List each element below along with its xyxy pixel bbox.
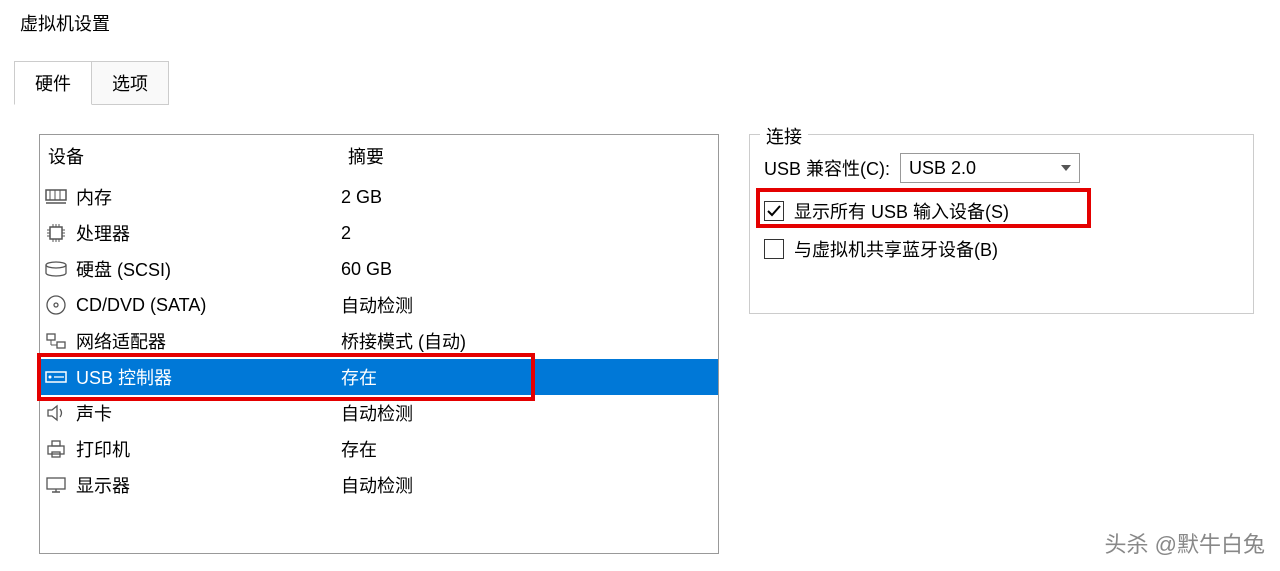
cd-icon: [44, 293, 68, 317]
device-row-network[interactable]: 网络适配器 桥接模式 (自动): [40, 323, 718, 359]
device-summary: 60 GB: [341, 259, 714, 280]
show-all-usb-checkbox[interactable]: [764, 201, 784, 221]
device-row-printer[interactable]: 打印机 存在: [40, 431, 718, 467]
device-label: 显示器: [76, 472, 341, 498]
device-row-usb[interactable]: USB 控制器 存在: [40, 359, 718, 395]
window-title: 虚拟机设置: [0, 0, 1280, 46]
device-label: 声卡: [76, 400, 341, 426]
device-row-display[interactable]: 显示器 自动检测: [40, 467, 718, 503]
device-label: 网络适配器: [76, 328, 341, 354]
show-all-usb-row[interactable]: 显示所有 USB 输入设备(S): [764, 198, 1239, 224]
device-label: 内存: [76, 184, 341, 210]
device-summary: 存在: [341, 436, 714, 462]
chevron-down-icon: [1061, 165, 1071, 171]
disk-icon: [44, 257, 68, 281]
network-icon: [44, 329, 68, 353]
tab-options[interactable]: 选项: [91, 61, 169, 105]
tab-bar: 硬件 选项: [14, 61, 1280, 105]
device-summary: 自动检测: [341, 472, 714, 498]
device-summary: 桥接模式 (自动): [341, 328, 714, 354]
device-row-sound[interactable]: 声卡 自动检测: [40, 395, 718, 431]
usb-compat-value: USB 2.0: [909, 158, 976, 179]
col-header-device: 设备: [48, 143, 348, 169]
col-header-summary: 摘要: [348, 143, 710, 169]
usb-icon: [44, 365, 68, 389]
device-summary: 2 GB: [341, 187, 714, 208]
device-panel: 设备 摘要 内存 2 GB 处理器 2: [39, 134, 719, 554]
show-all-usb-label: 显示所有 USB 输入设备(S): [794, 198, 1009, 224]
content-area: 设备 摘要 内存 2 GB 处理器 2: [14, 112, 1266, 571]
tab-hardware[interactable]: 硬件: [14, 61, 92, 105]
connection-group: 连接 USB 兼容性(C): USB 2.0 显示所有 USB 输入设备(S) …: [749, 134, 1254, 314]
device-header: 设备 摘要: [40, 135, 718, 179]
device-label: CD/DVD (SATA): [76, 295, 341, 316]
usb-compat-label: USB 兼容性(C):: [764, 155, 890, 181]
share-bluetooth-checkbox[interactable]: [764, 239, 784, 259]
device-summary: 存在: [341, 364, 714, 390]
device-row-cpu[interactable]: 处理器 2: [40, 215, 718, 251]
device-summary: 自动检测: [341, 292, 714, 318]
printer-icon: [44, 437, 68, 461]
device-label: 打印机: [76, 436, 341, 462]
sound-icon: [44, 401, 68, 425]
share-bluetooth-row[interactable]: 与虚拟机共享蓝牙设备(B): [764, 236, 1239, 262]
device-list: 内存 2 GB 处理器 2 硬盘 (SCSI) 60 GB: [40, 179, 718, 503]
device-label: USB 控制器: [76, 364, 341, 390]
device-label: 处理器: [76, 220, 341, 246]
cpu-icon: [44, 221, 68, 245]
display-icon: [44, 473, 68, 497]
group-label: 连接: [760, 123, 808, 149]
memory-icon: [44, 185, 68, 209]
device-label: 硬盘 (SCSI): [76, 256, 341, 282]
device-row-cd[interactable]: CD/DVD (SATA) 自动检测: [40, 287, 718, 323]
watermark: 头杀 @默牛白兔: [1105, 527, 1265, 559]
usb-compat-select[interactable]: USB 2.0: [900, 153, 1080, 183]
device-summary: 2: [341, 223, 714, 244]
share-bluetooth-label: 与虚拟机共享蓝牙设备(B): [794, 236, 998, 262]
device-summary: 自动检测: [341, 400, 714, 426]
usb-compat-row: USB 兼容性(C): USB 2.0: [764, 153, 1239, 183]
device-row-memory[interactable]: 内存 2 GB: [40, 179, 718, 215]
device-row-disk[interactable]: 硬盘 (SCSI) 60 GB: [40, 251, 718, 287]
